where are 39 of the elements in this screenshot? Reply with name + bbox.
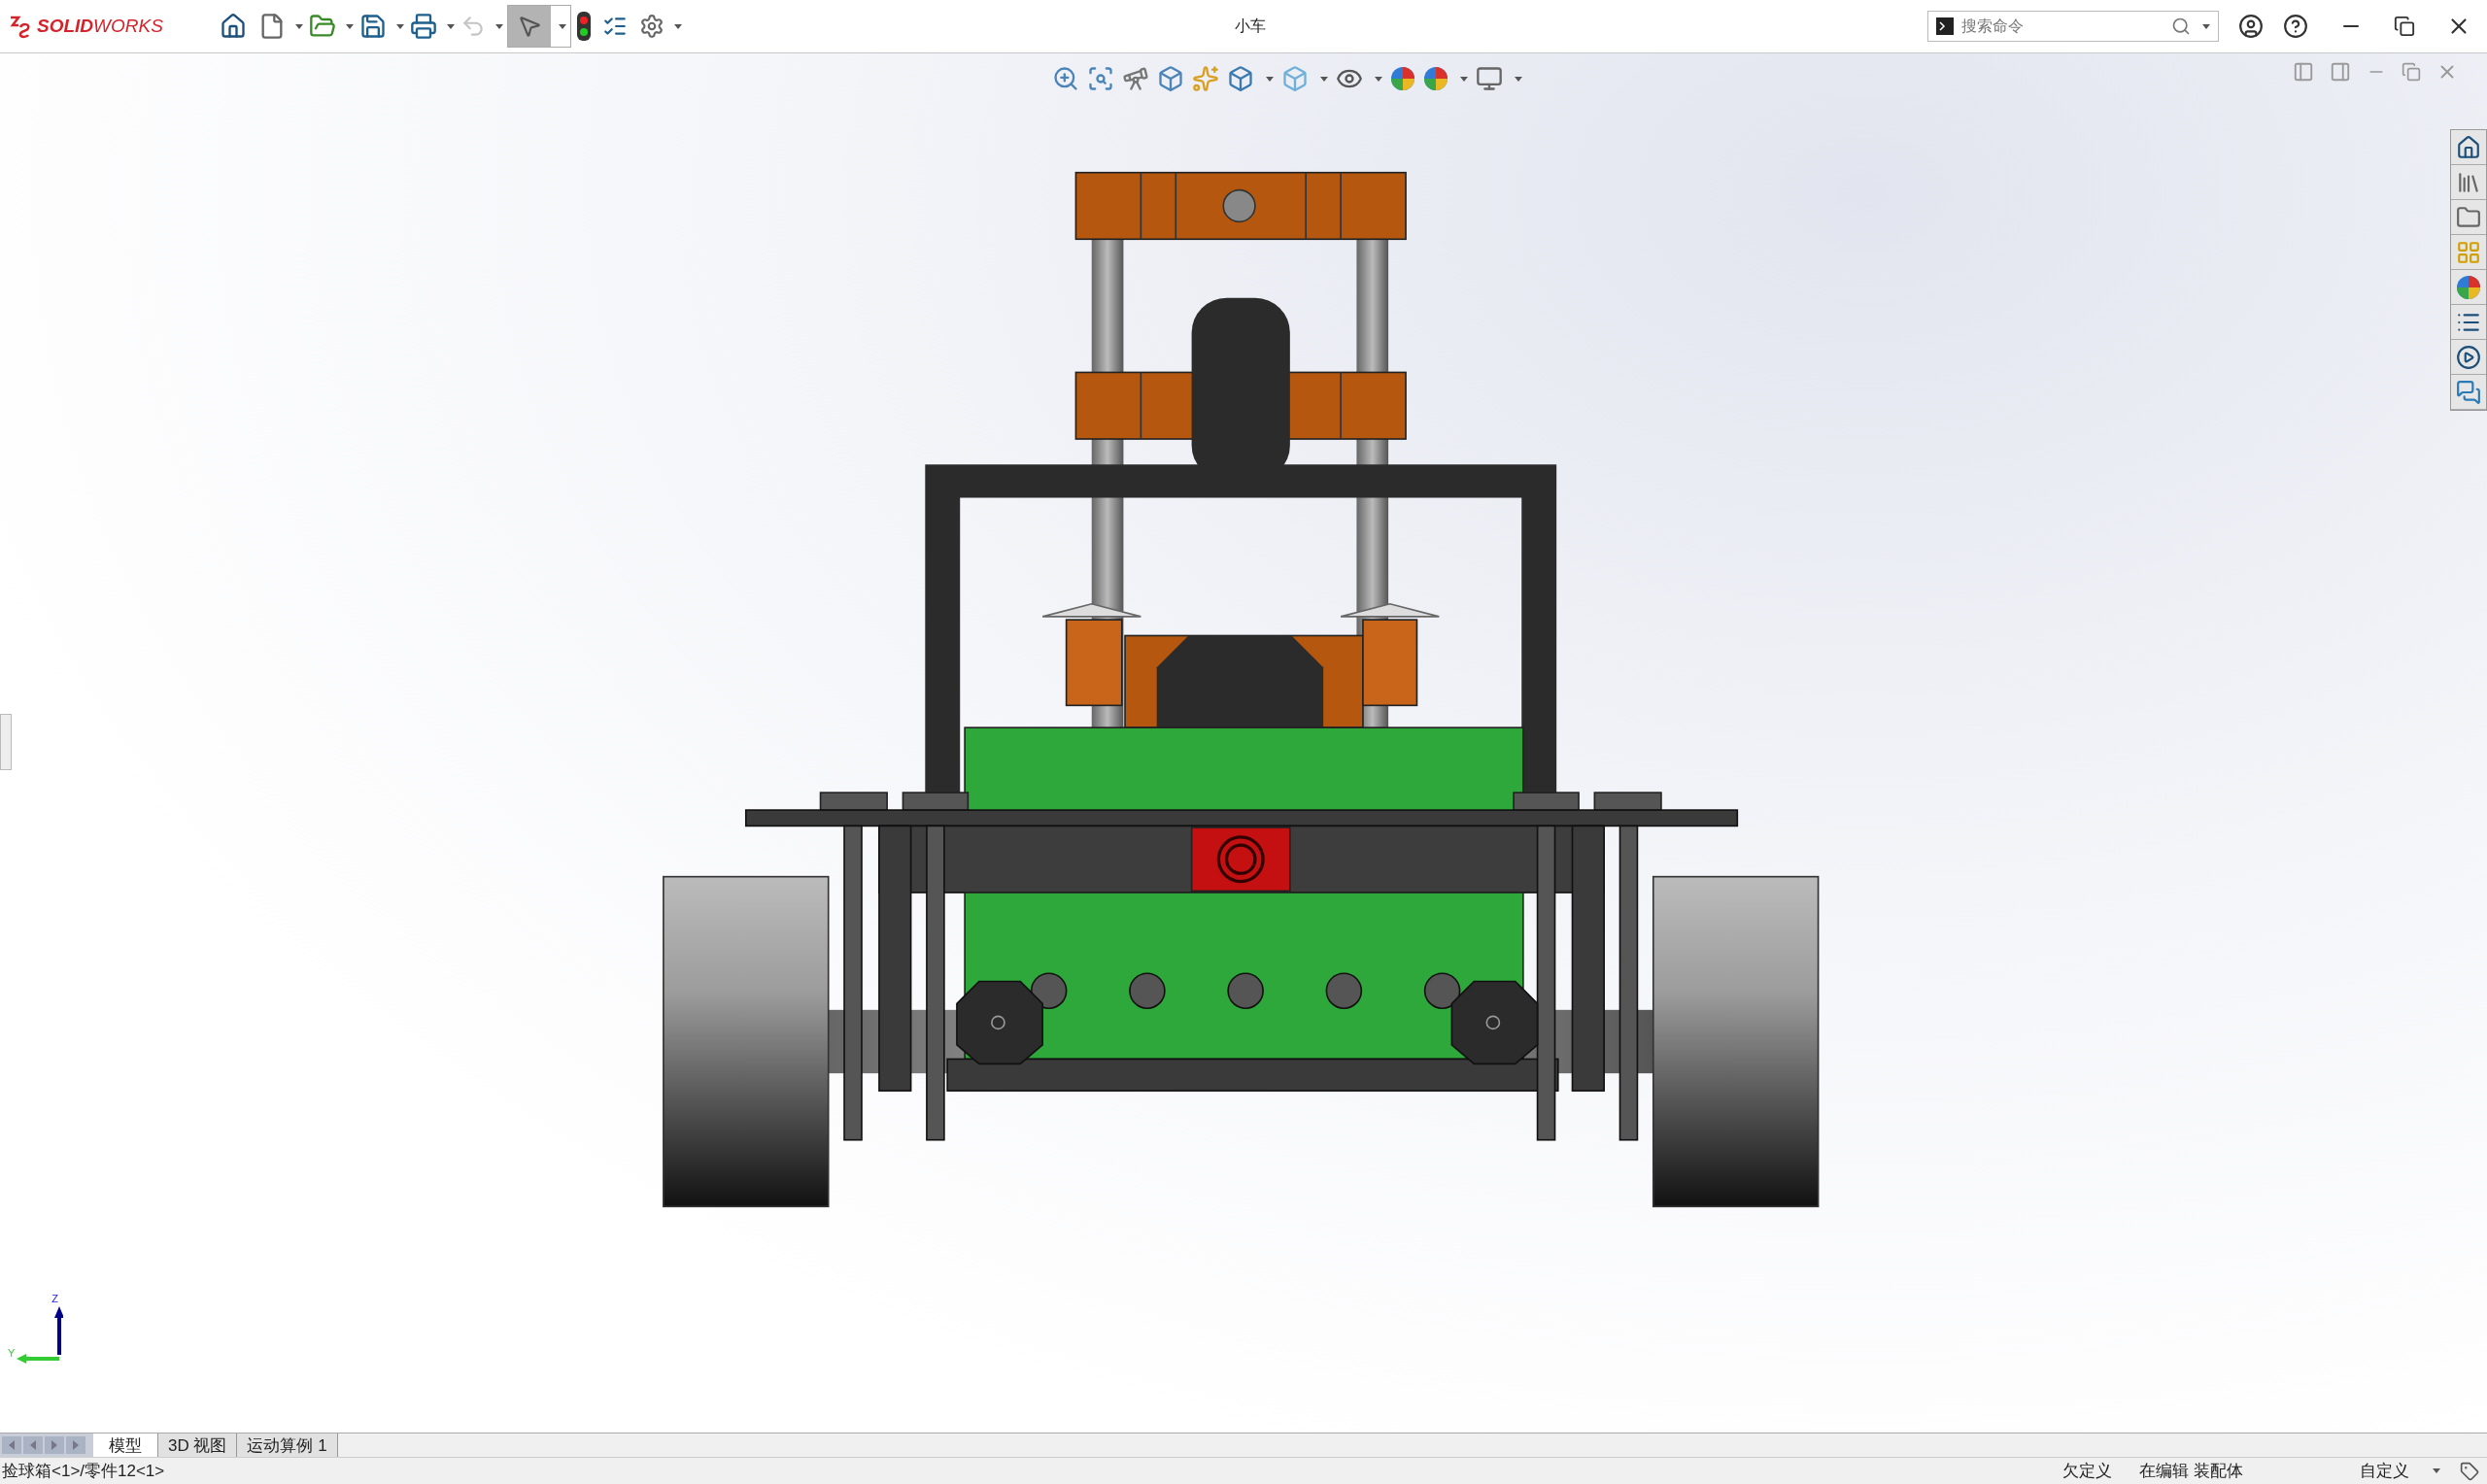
logo-text: SOLIDWORKS [37, 14, 163, 38]
search-field[interactable]: 搜索命令 [1961, 15, 2163, 38]
status-path-text: 捡球箱<1>/零件12<1> [2, 1460, 165, 1482]
logo-mark-icon [8, 14, 33, 39]
zoom-to-fit-icon[interactable] [1052, 65, 1079, 92]
tag-icon[interactable] [2460, 1461, 2479, 1481]
restore-icon[interactable] [2394, 16, 2415, 37]
bottom-tab[interactable]: 运动算例 1 [237, 1433, 338, 1457]
caret-icon[interactable] [345, 23, 354, 29]
zoom-area-icon[interactable] [1087, 65, 1114, 92]
caret-icon[interactable] [1320, 76, 1328, 82]
select-tool-button[interactable] [507, 6, 551, 47]
user-account-icon[interactable] [2238, 14, 2264, 39]
units-status[interactable]: 自定义 [2360, 1458, 2409, 1484]
search-bar[interactable]: 搜索命令 [1927, 11, 2219, 42]
caret-icon[interactable] [494, 23, 503, 29]
caret-icon[interactable] [2433, 1468, 2440, 1473]
y-axis-label: Y [8, 1345, 16, 1361]
bottom-tab[interactable]: 3D 视图 [158, 1433, 238, 1457]
caret-icon[interactable] [395, 23, 404, 29]
caret-icon[interactable] [673, 23, 682, 29]
panel-handle[interactable] [0, 714, 12, 770]
caret-icon[interactable] [294, 23, 303, 29]
editing-status: 在编辑 装配体 [2139, 1460, 2243, 1482]
caret-icon[interactable] [558, 23, 566, 29]
bottom-tab[interactable]: 模型 [93, 1433, 158, 1457]
definition-status: 欠定义 [2062, 1460, 2113, 1482]
window-title: 小车 [1235, 17, 1266, 36]
caret-icon[interactable] [1375, 76, 1382, 82]
search-icon[interactable] [2171, 17, 2191, 36]
z-axis-label: Z [51, 1292, 59, 1306]
caret-icon[interactable] [1515, 76, 1522, 82]
terminal-icon [1936, 17, 1954, 35]
caret-icon[interactable] [1460, 76, 1468, 82]
caret-icon[interactable] [1266, 76, 1274, 82]
help-icon[interactable] [2283, 14, 2308, 39]
axis-triad-icon [15, 1304, 64, 1365]
caret-icon[interactable] [446, 23, 455, 29]
caret-icon[interactable] [2202, 23, 2210, 29]
